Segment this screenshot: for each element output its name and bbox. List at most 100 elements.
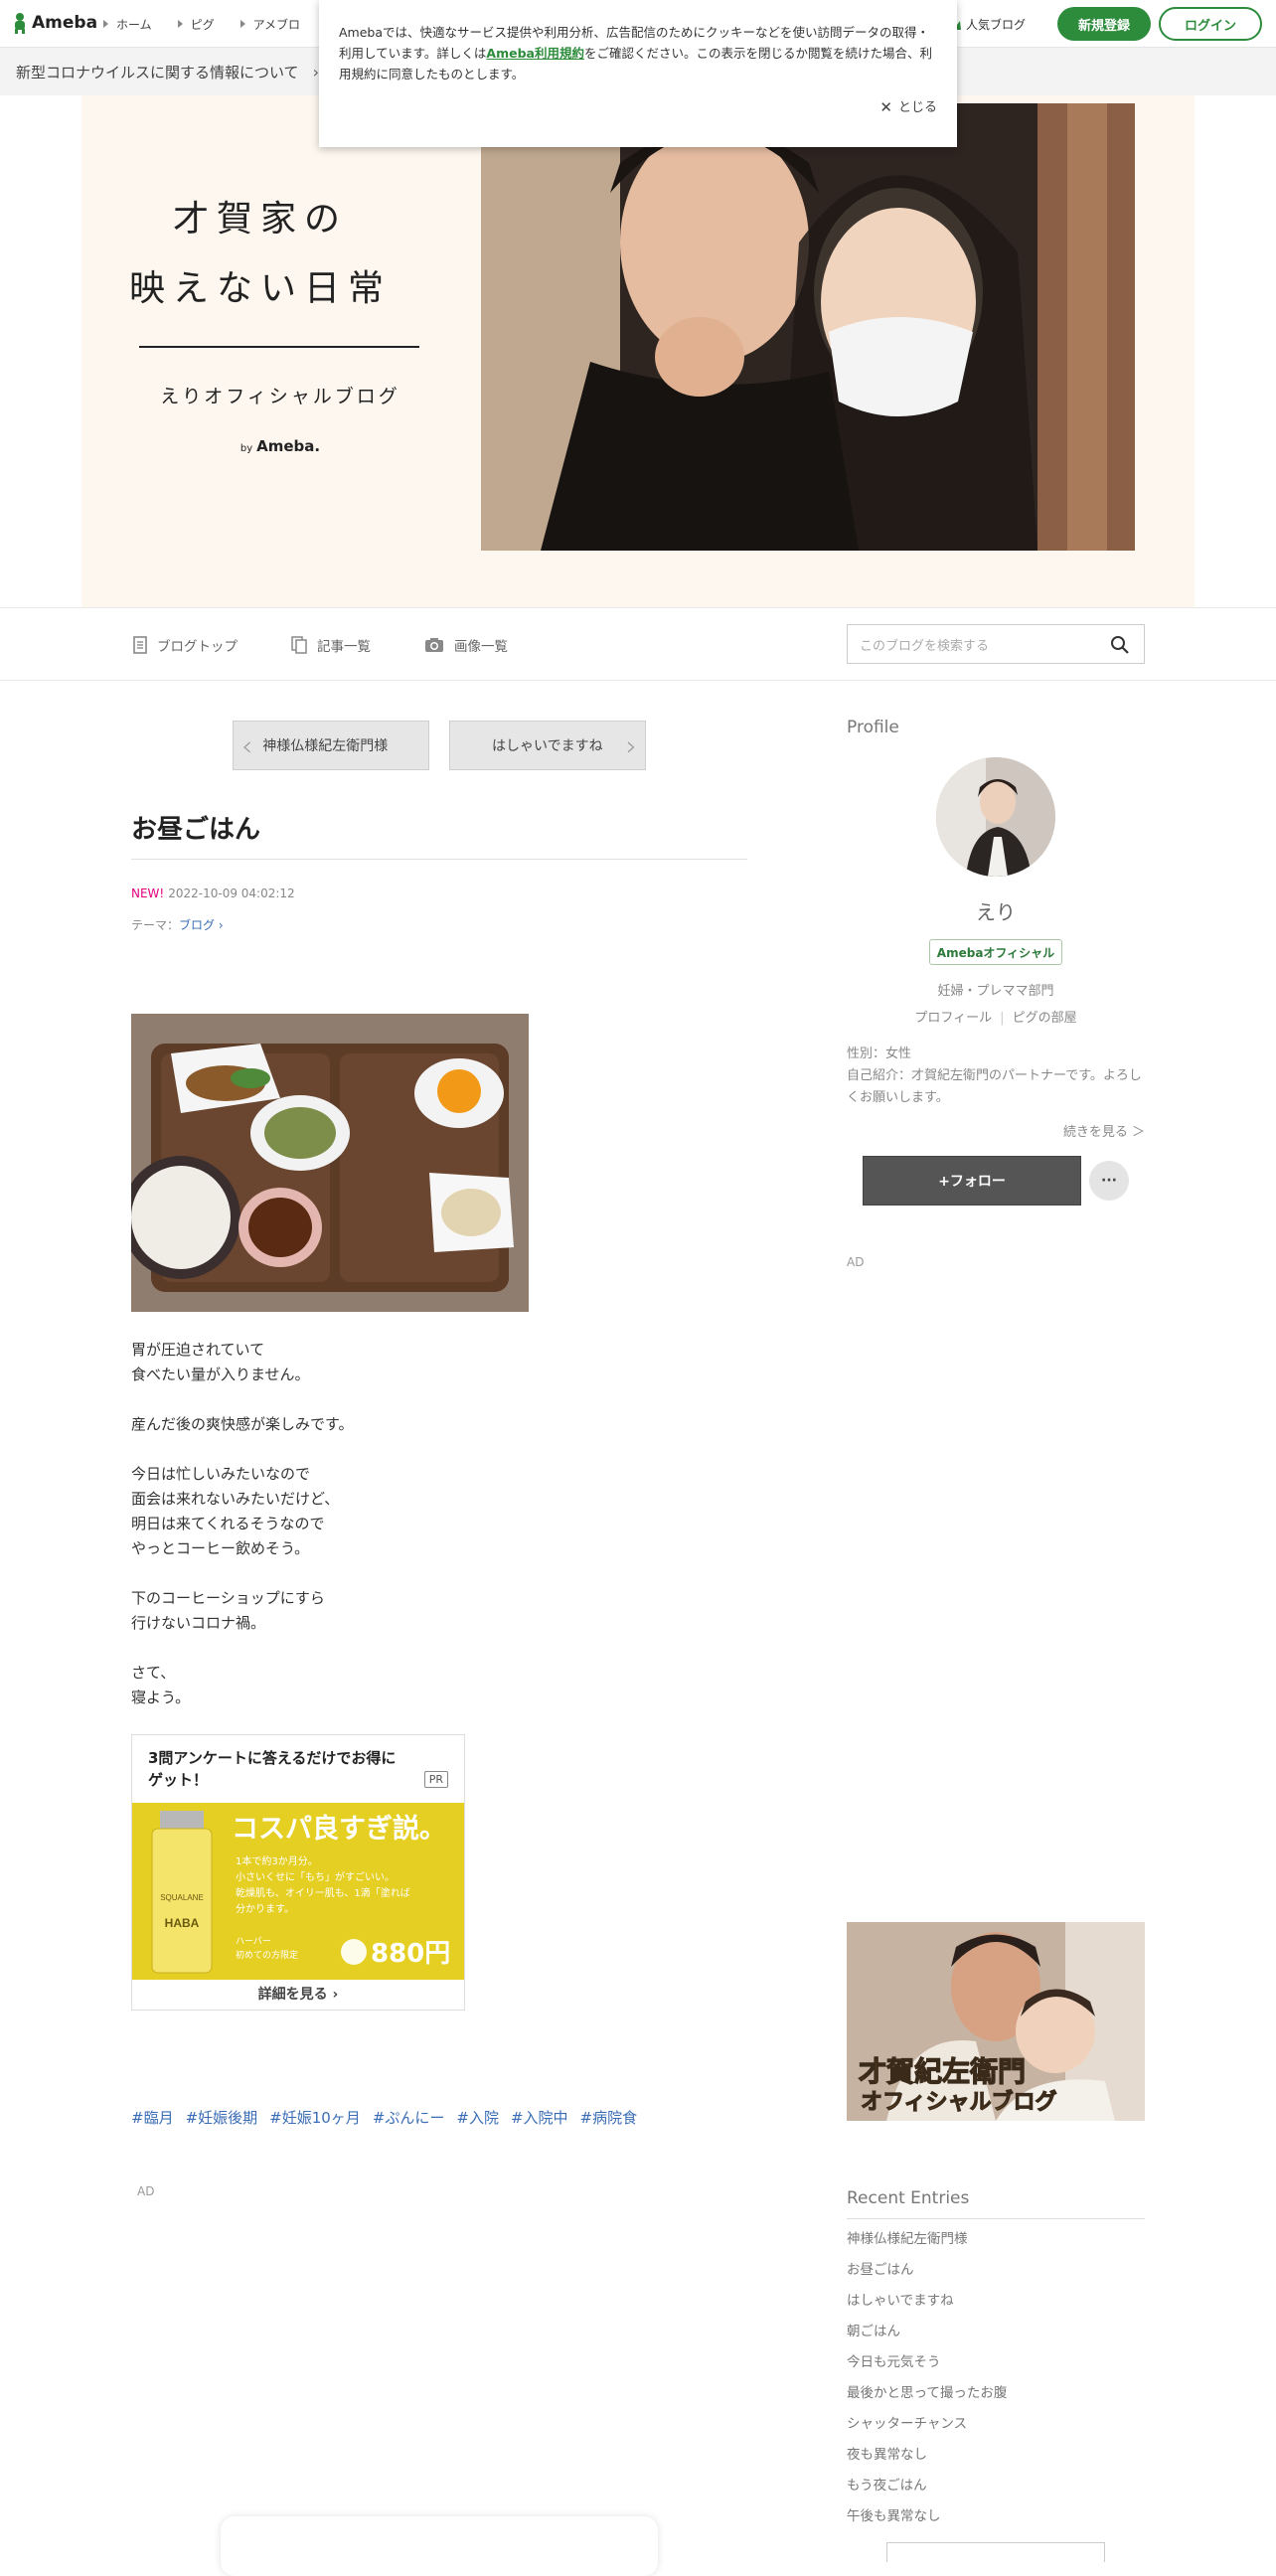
ameba-logo-icon	[12, 12, 28, 34]
blog-menu-items: ブログトップ 記事一覧 画像一覧	[133, 608, 561, 682]
blog-header-banner[interactable]: 才賀家の 映えない日常 えりオフィシャルブログ by Ameba.	[81, 95, 1195, 607]
paragraph: さて、 寝よう。	[131, 1664, 191, 1706]
next-entry-button[interactable]: はしゃいでますね ›	[449, 721, 646, 770]
profile-category: 妊婦・プレママ部門	[937, 984, 1054, 999]
profile-name: えり	[976, 900, 1016, 924]
paragraph: 下のコーヒーショップにすら 行けないコロナ禍。	[131, 1589, 325, 1632]
pigg-room-link[interactable]: ピグの部屋	[1013, 1011, 1077, 1026]
ad-more-label: 詳細を見る	[257, 1987, 328, 2003]
chevron-right-icon: ›	[215, 918, 224, 932]
profile-heading: Profile	[847, 718, 899, 737]
profile-links: プロフィール | ピグの部屋	[847, 1007, 1145, 1026]
by-ameba: by Ameba.	[81, 437, 479, 455]
login-button[interactable]: ログイン	[1159, 7, 1262, 41]
copy-icon	[291, 636, 307, 654]
recent-entry-link[interactable]: 最後かと思って撮ったお腹	[847, 2382, 1007, 2413]
more-options-button[interactable]: ···	[1089, 1161, 1129, 1201]
ad-label: AD	[137, 2184, 155, 2198]
article-title-divider	[131, 859, 747, 860]
recent-entry-link[interactable]: 午後も異常なし	[847, 2505, 1007, 2536]
recent-entry-link[interactable]: はしゃいでますね	[847, 2290, 1007, 2321]
blog-subtitle: えりオフィシャルブログ	[160, 386, 400, 407]
hashtag[interactable]: #病院食	[580, 2107, 638, 2128]
official-badge: Amebaオフィシャル	[929, 939, 1062, 965]
blog-top-link[interactable]: ブログトップ	[133, 635, 238, 655]
ameba-logo[interactable]: Ameba	[12, 12, 97, 34]
follow-button[interactable]: +フォロー	[863, 1156, 1081, 1206]
recent-entry-link[interactable]: 神様仏様紀左衛門様	[847, 2228, 1007, 2259]
chevron-right-icon: ›	[312, 62, 319, 81]
prev-entry-button[interactable]: ‹ 神様仏様紀左衛門様	[233, 721, 429, 770]
recent-entry-link[interactable]: 夜も異常なし	[847, 2444, 1007, 2475]
ad-price: 880円	[371, 1939, 450, 1969]
sponsored-ad-card[interactable]: 3問アンケートに答えるだけでお得にゲット！ PR SQUALANE HABA コ…	[131, 1734, 465, 2011]
search-icon[interactable]	[1110, 635, 1130, 655]
blog-search-input[interactable]: このブログを検索する	[847, 624, 1145, 664]
recent-entry-link[interactable]: 朝ごはん	[847, 2321, 1007, 2351]
caret-right-icon	[239, 20, 245, 28]
recent-divider	[847, 2218, 1145, 2219]
read-more-link[interactable]: 続きを見る ＞	[847, 1121, 1145, 1140]
lunch-photo[interactable]	[131, 1014, 529, 1312]
article-body: 胃が圧迫されていて 食べたい量が入りません。 産んだ後の爽快感が楽しみです。 今…	[131, 1338, 354, 1735]
banner-line1: 才賀紀左衛門	[859, 2055, 1026, 2088]
ad-copy-1: 1本で約3か月分。	[236, 1854, 318, 1867]
covid-info-text: 新型コロナウイルスに関する情報について	[16, 63, 299, 81]
nav-label: ピグ	[190, 17, 215, 32]
nav-item-ameblo[interactable]: アメブロ	[239, 16, 300, 33]
nav-item-home[interactable]: ホーム	[103, 16, 152, 33]
blog-title-line1: 才賀家の	[172, 199, 348, 240]
blog-top-label: ブログトップ	[157, 639, 238, 655]
ad-image[interactable]: SQUALANE HABA コスパ良すぎ説。 1本で約3か月分。 小さいくせに「…	[132, 1803, 464, 1980]
chevron-left-icon: ‹	[241, 728, 253, 762]
recent-entry-link[interactable]: 今日も元気そう	[847, 2351, 1007, 2382]
recent-entry-link[interactable]: もう夜ごはん	[847, 2475, 1007, 2505]
cookie-close-button[interactable]: ✕ とじる	[879, 97, 937, 118]
caret-right-icon	[103, 20, 108, 28]
banner-divider	[139, 346, 419, 348]
entry-list-link[interactable]: 記事一覧	[291, 635, 371, 655]
profile-link[interactable]: プロフィール	[914, 1011, 992, 1026]
theme-link[interactable]: ブログ	[179, 918, 215, 932]
theme-label: テーマ：	[131, 918, 180, 932]
document-icon	[133, 636, 147, 654]
nav-item-pigg[interactable]: ピグ	[177, 16, 215, 33]
entry-list-button[interactable]	[886, 2542, 1105, 2562]
chevron-right-icon: ›	[625, 729, 637, 762]
close-icon: ✕	[879, 98, 892, 116]
popular-blog-link[interactable]: 人気ブログ	[946, 16, 1026, 33]
hashtag[interactable]: #臨月	[131, 2107, 174, 2128]
profile-gender: 性別：女性	[847, 1046, 912, 1061]
logo-text: Ameba	[32, 13, 98, 33]
ad-copy-3: 乾燥肌も、オイリー肌も、1滴「塗れば	[236, 1886, 410, 1899]
hashtag[interactable]: #ぷんにー	[373, 2107, 445, 2128]
date-text: 2022-10-09 04:02:12	[168, 886, 295, 900]
header-couple-photo	[481, 103, 1135, 551]
close-label: とじる	[897, 100, 937, 115]
ad-label: AD	[847, 1255, 865, 1269]
terms-link[interactable]: Ameba利用規約	[486, 46, 584, 61]
recent-entry-link[interactable]: シャッターチャンス	[847, 2413, 1007, 2444]
hashtag[interactable]: #入院中	[511, 2107, 568, 2128]
ad-details-link[interactable]: 詳細を見る ›	[132, 1984, 464, 2004]
global-nav-items: ホーム ピグ アメブロ	[103, 0, 326, 48]
nav-label: ホーム	[116, 17, 152, 32]
ad-copy-2: 小さいくせに「もち」がすごいい。	[236, 1870, 395, 1883]
ad-price-label-2: 初めての方限定	[236, 1949, 298, 1961]
profile-info: 性別：女性 自己紹介：才賀紀左衛門のパートナーです。よろしくお願いします。	[847, 1044, 1145, 1109]
article-title: お昼ごはん	[131, 815, 261, 845]
paragraph: 胃が圧迫されていて 食べたい量が入りません。	[131, 1341, 310, 1383]
ad-brand-text: HABA	[165, 1916, 200, 1930]
image-list-link[interactable]: 画像一覧	[424, 635, 508, 655]
profile-intro: 自己紹介：才賀紀左衛門のパートナーです。よろしくお願いします。	[847, 1068, 1142, 1105]
hashtag[interactable]: #妊娠10ヶ月	[269, 2107, 361, 2128]
signup-button[interactable]: 新規登録	[1057, 7, 1151, 41]
avatar[interactable]	[936, 757, 1055, 877]
hashtag[interactable]: #入院	[456, 2107, 499, 2128]
recent-entry-link[interactable]: お昼ごはん	[847, 2259, 1007, 2290]
kizaemon-blog-banner[interactable]: 才賀紀左衛門 オフィシャルブログ	[847, 1922, 1145, 2121]
hashtag[interactable]: #妊娠後期	[186, 2107, 258, 2128]
global-nav-right: 人気ブログ 新規登録 ログイン	[946, 7, 1262, 41]
ad-product-text: SQUALANE	[160, 1893, 204, 1902]
ad-copy-4: 分かります。	[236, 1903, 294, 1915]
